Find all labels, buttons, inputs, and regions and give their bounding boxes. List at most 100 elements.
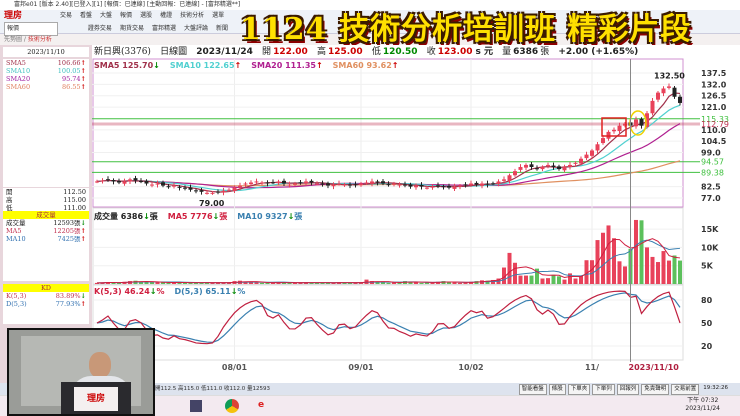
volume-bar [667, 260, 671, 284]
candle-body [133, 178, 138, 181]
candle-body [298, 182, 303, 184]
high-label: 132.50 [654, 71, 685, 80]
candle-body [100, 180, 105, 182]
volume-bar [507, 252, 512, 284]
date-tick-label: 08/01 [222, 363, 248, 372]
candle-body [260, 182, 264, 184]
price-tick-label: 132.0 [701, 80, 727, 89]
status-buttons: 智能看盤 條股 下單夾 下單列 回報列 免責聲明 交易前置 19:32:26 [518, 384, 730, 395]
price-tick-label: 82.5 [701, 183, 721, 192]
candle-body [265, 182, 270, 184]
status-time: 19:32:26 [703, 385, 728, 391]
volume-bar [562, 279, 567, 284]
candle-body [667, 86, 671, 88]
volume-bar [458, 282, 462, 284]
candle-body [612, 129, 616, 132]
legend-item: D(5,3) 65.11↓% [174, 287, 246, 296]
price-tick-label: 104.5 [701, 137, 727, 146]
clock-time: 下午 07:32 [687, 397, 719, 404]
volume-bar [452, 282, 457, 284]
fubon-icon[interactable]: e [258, 400, 272, 412]
candle-body [601, 138, 605, 144]
status-button[interactable]: 交易前置 [671, 384, 700, 395]
legend-item: MA10 9327↓張 [237, 212, 303, 221]
candle-body [485, 183, 490, 185]
status-button[interactable]: 條股 [548, 384, 566, 395]
legend-item: SMA20 111.35↑ [251, 61, 323, 70]
status-button[interactable]: 免責聲明 [641, 384, 670, 395]
candle-body [188, 187, 193, 190]
candle-body [480, 183, 484, 186]
candle-body [293, 183, 297, 185]
price-tick-label: 121.0 [701, 103, 727, 112]
volume-tick-label: 15K [701, 225, 719, 234]
candle-body [139, 181, 143, 183]
candle-body [227, 189, 231, 191]
status-button[interactable]: 下單夾 [567, 384, 591, 395]
status-button[interactable]: 智能看盤 [518, 384, 547, 395]
presenter-head [89, 352, 111, 378]
cursor-date-label: 2023/11/10 [629, 363, 680, 372]
candle-body [535, 168, 539, 170]
candle-body [650, 100, 655, 114]
candle-body [326, 183, 330, 186]
candle-body [177, 186, 182, 188]
candle-body [568, 164, 572, 168]
candle-body [221, 190, 226, 193]
candle-body [656, 92, 660, 100]
candle-body [436, 185, 440, 187]
volume-bar [557, 276, 561, 284]
candle-body [672, 87, 677, 97]
podium-logo: 理房 [74, 387, 118, 411]
candle-body [661, 88, 666, 94]
candle-body [155, 183, 160, 185]
candle-body [95, 181, 99, 183]
candle-body [128, 179, 132, 182]
candle-body [348, 184, 352, 186]
system-clock: 下午 07:32 2023/11/24 [685, 397, 720, 413]
volume-bar [573, 278, 578, 284]
volume-bar [518, 275, 523, 284]
candle-body [386, 184, 391, 186]
candle-body [150, 184, 154, 186]
candle-body [166, 186, 171, 188]
chrome-icon[interactable] [225, 399, 239, 413]
volume-bar [634, 219, 638, 284]
candle-body [287, 184, 292, 186]
volume-bar [672, 255, 677, 284]
candle-body [309, 180, 314, 183]
status-button[interactable]: 下單列 [592, 384, 615, 395]
candle-body [337, 183, 341, 185]
price-mark-label: 89.38 [701, 168, 724, 177]
candle-body [161, 182, 165, 186]
candle-body [342, 184, 347, 186]
volume-bar [617, 261, 622, 284]
candle-body [370, 181, 374, 184]
price-tick-label: 126.5 [701, 92, 727, 101]
candle-body [276, 181, 281, 184]
volume-tick-label: 10K [701, 243, 719, 252]
clock-date: 2023/11/24 [685, 405, 720, 412]
volume-bar [623, 266, 627, 284]
candle-body [375, 181, 380, 183]
app-icon[interactable] [190, 400, 202, 412]
volume-bar [656, 262, 660, 284]
candle-body [425, 187, 429, 189]
volume-bar [546, 278, 550, 284]
status-button[interactable]: 回報列 [616, 384, 640, 395]
volume-bar [265, 282, 270, 284]
price-legend: SMA5 125.70↓ SMA10 122.65↑ SMA20 111.35↑ SM… [94, 61, 409, 70]
legend-item: MA5 7776↓張 [167, 212, 228, 221]
candle-body [595, 144, 600, 151]
candle-body [458, 185, 462, 187]
date-tick-label: 11/ [585, 363, 599, 372]
candle-body [392, 183, 396, 185]
volume-bar [645, 247, 649, 284]
candle-body [144, 180, 149, 184]
candle-body [502, 179, 506, 181]
candle-body [447, 186, 451, 188]
candle-body [249, 182, 253, 185]
volume-bar [650, 256, 655, 284]
legend-item: SMA60 93.62↑ [332, 61, 399, 70]
candle-body [430, 186, 435, 188]
